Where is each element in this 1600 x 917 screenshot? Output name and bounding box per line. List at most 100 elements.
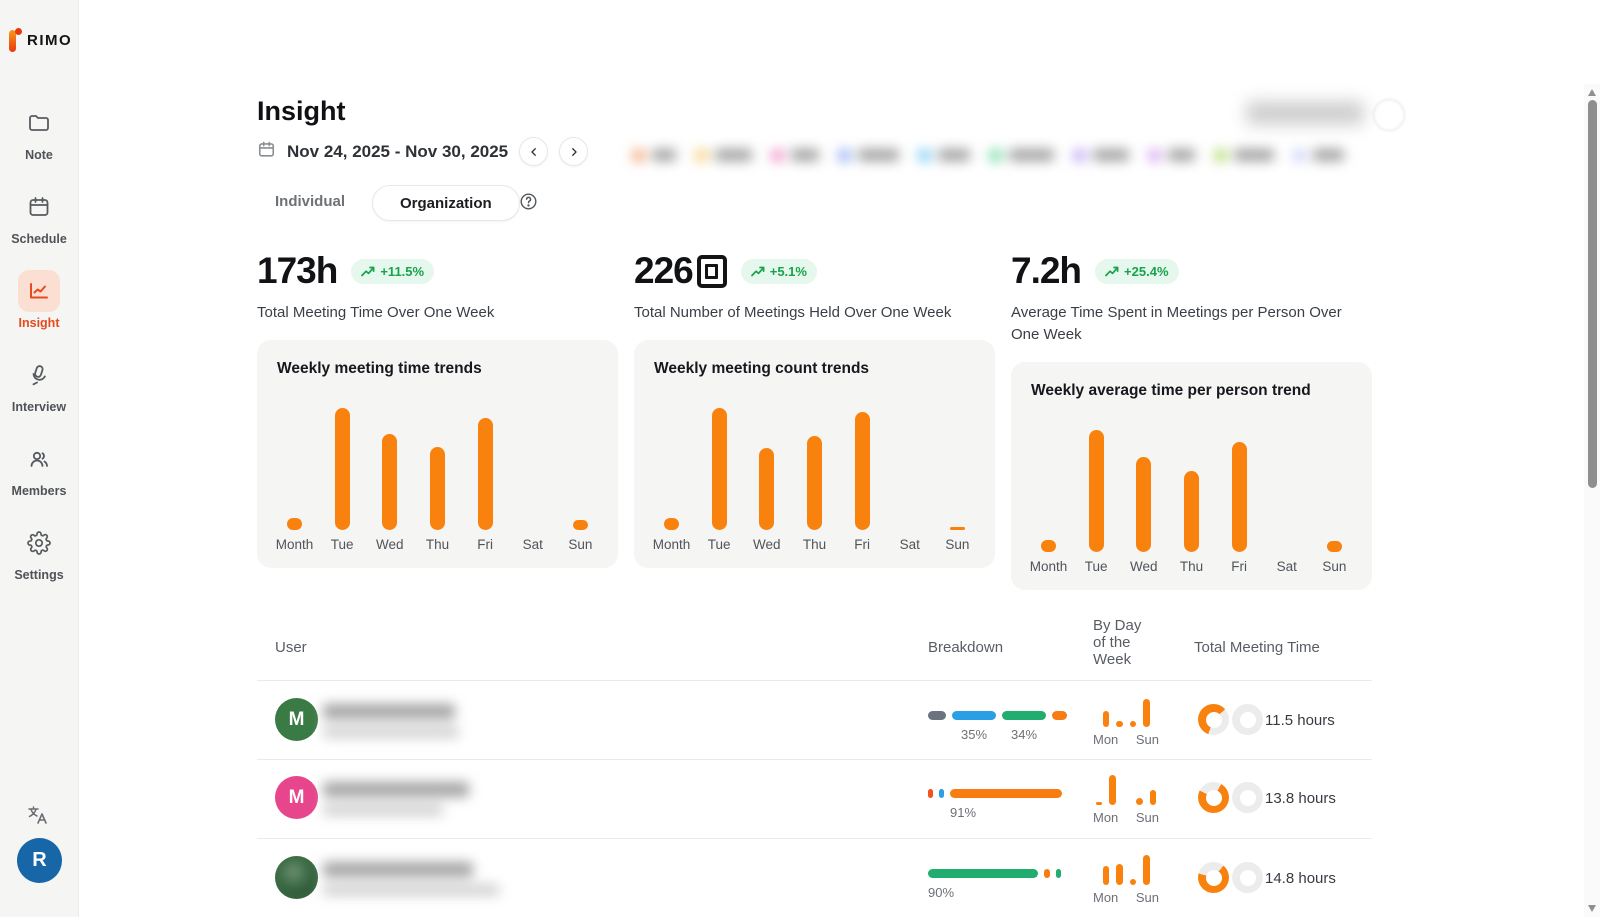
row-avatar: M	[275, 698, 318, 741]
day-label: Sun	[1136, 732, 1159, 747]
legend-chip[interactable]	[918, 149, 970, 162]
scroll-up-arrow[interactable]	[1588, 89, 1596, 96]
donut-progress	[1198, 782, 1229, 813]
legend-blurred[interactable]	[632, 141, 1344, 169]
delta-badge: +25.4%	[1095, 259, 1178, 284]
chart-column: Thu	[1168, 412, 1215, 576]
chart-column: Tue	[319, 390, 366, 554]
legend-chip[interactable]	[838, 149, 899, 162]
legend-dot	[1073, 149, 1086, 162]
legend-dot	[1148, 149, 1161, 162]
breakdown-percent	[1056, 885, 1061, 900]
tab-individual[interactable]: Individual	[275, 193, 345, 210]
chart-column: Month	[1025, 412, 1072, 576]
bar-tue	[1089, 430, 1104, 552]
day-bar	[1096, 802, 1103, 805]
breakdown-percent: 35%	[952, 727, 996, 742]
legend-text-redacted	[1234, 149, 1274, 161]
sidebar-item-members[interactable]: Members	[12, 438, 67, 498]
legend-text-redacted	[652, 149, 676, 161]
breakdown-segment	[928, 789, 933, 798]
day-label: Mon	[1093, 732, 1118, 747]
total-hours: 14.8 hours	[1265, 870, 1336, 887]
date-range-text[interactable]: Nov 24, 2025 - Nov 30, 2025	[287, 142, 508, 162]
bar-sun	[950, 527, 965, 530]
blurred-dropdown[interactable]	[1246, 101, 1364, 125]
sidebar-item-interview[interactable]: Interview	[12, 354, 66, 414]
legend-dot	[918, 149, 931, 162]
sidebar-item-insight[interactable]: Insight	[18, 270, 60, 330]
x-tick-label: Sun	[945, 537, 969, 554]
next-week-button[interactable]	[559, 137, 588, 166]
sidebar-item-note[interactable]: Note	[18, 102, 60, 162]
rimo-logo[interactable]: RIMO	[9, 28, 72, 52]
kai-counter-glyph	[697, 255, 727, 288]
sidebar-item-settings[interactable]: Settings	[14, 522, 63, 582]
breakdown-bar: 90%	[928, 869, 1061, 900]
table-row[interactable]: M91%MonSun13.8 hours	[257, 759, 1372, 837]
x-tick-label: Sat	[523, 537, 543, 554]
row-avatar: M	[275, 776, 318, 819]
donut-empty	[1232, 782, 1263, 813]
bar-month	[287, 518, 302, 530]
legend-chip[interactable]	[1214, 149, 1274, 162]
user-name-redacted	[323, 782, 469, 816]
legend-chip[interactable]	[695, 149, 752, 162]
col-header-by-day: By Day of the Week	[1093, 617, 1157, 668]
day-bar	[1116, 864, 1123, 885]
chart-column: Thu	[791, 390, 838, 554]
breakdown-bar: 91%	[928, 789, 1062, 820]
delta-badge: +11.5%	[351, 259, 434, 284]
legend-chip[interactable]	[1073, 149, 1129, 162]
table-row[interactable]: 90%MonSun14.8 hours	[257, 839, 1372, 917]
chart-column: Thu	[414, 390, 461, 554]
legend-chip[interactable]	[632, 149, 676, 162]
bar-wed	[759, 448, 774, 530]
user-avatar[interactable]: R	[17, 838, 62, 883]
breakdown-segment	[1052, 711, 1067, 720]
scroll-down-arrow[interactable]	[1588, 905, 1596, 912]
day-bar	[1116, 721, 1123, 727]
microphone-icon	[18, 354, 60, 396]
language-translate-icon[interactable]	[25, 802, 51, 833]
stat-value: 173h	[257, 250, 337, 292]
table-row[interactable]: M35%34%MonSun11.5 hours	[257, 681, 1372, 759]
scrollbar-thumb[interactable]	[1588, 100, 1597, 488]
bar-tue	[712, 408, 727, 530]
bar-fri	[478, 418, 493, 530]
sidebar-item-label: Schedule	[11, 232, 67, 246]
legend-chip[interactable]	[1293, 149, 1344, 162]
card-title: Weekly average time per person trend	[1031, 382, 1311, 400]
sidebar-nav: Note Schedule Insight Interview Members	[0, 102, 78, 606]
day-bar	[1109, 775, 1116, 805]
stat-average-time: 7.2h +25.4% Average Time Spent in Meetin…	[1011, 250, 1367, 346]
trend-up-icon	[361, 266, 375, 277]
total-hours: 13.8 hours	[1265, 790, 1336, 807]
x-tick-label: Fri	[854, 537, 870, 554]
avatar-photo-redacted	[277, 858, 316, 897]
legend-chip[interactable]	[1148, 149, 1195, 162]
stat-total-meeting-time: 173h +11.5% Total Meeting Time Over One …	[257, 250, 613, 324]
breakdown-segment	[1056, 869, 1061, 878]
x-tick-label: Tue	[1085, 559, 1108, 576]
legend-text-redacted	[1093, 149, 1129, 161]
chart-column: Month	[648, 390, 695, 554]
stat-label: Average Time Spent in Meetings per Perso…	[1011, 302, 1356, 346]
legend-text-redacted	[1168, 149, 1195, 161]
legend-chip[interactable]	[771, 149, 819, 162]
tab-organization[interactable]: Organization	[372, 185, 520, 221]
col-header-user: User	[275, 639, 307, 656]
card-title: Weekly meeting count trends	[654, 360, 869, 378]
legend-chip[interactable]	[989, 149, 1054, 162]
sidebar-item-schedule[interactable]: Schedule	[11, 186, 67, 246]
col-header-breakdown: Breakdown	[928, 639, 1003, 656]
bar-fri	[1232, 442, 1247, 552]
breakdown-segment	[952, 711, 996, 720]
help-icon[interactable]	[519, 192, 538, 216]
blurred-circle-button[interactable]	[1373, 99, 1405, 131]
card-weekly-average-trend: Weekly average time per person trend Mon…	[1011, 362, 1372, 590]
sidebar-item-label: Settings	[14, 568, 63, 582]
prev-week-button[interactable]	[519, 137, 548, 166]
breakdown-percent	[928, 727, 946, 742]
col-header-total-time: Total Meeting Time	[1194, 639, 1320, 656]
